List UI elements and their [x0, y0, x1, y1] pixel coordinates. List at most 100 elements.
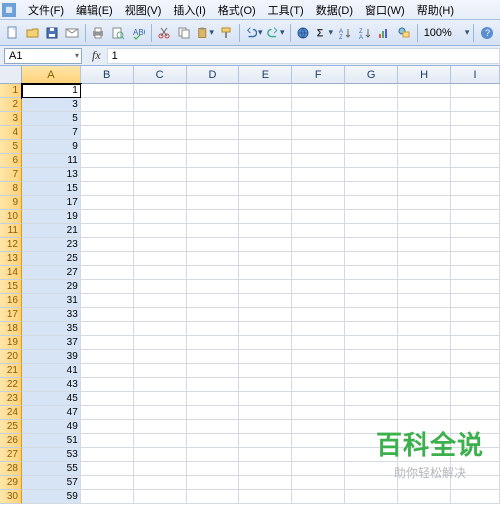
- cell[interactable]: [239, 168, 292, 182]
- cell[interactable]: [134, 490, 187, 504]
- row-header[interactable]: 27: [0, 448, 22, 462]
- cell[interactable]: [292, 434, 345, 448]
- cell[interactable]: [134, 168, 187, 182]
- cell[interactable]: [345, 350, 398, 364]
- cell[interactable]: [81, 476, 134, 490]
- menu-item[interactable]: 视图(V): [119, 0, 168, 20]
- cell[interactable]: [292, 476, 345, 490]
- cell[interactable]: [81, 238, 134, 252]
- cell[interactable]: [292, 420, 345, 434]
- cell[interactable]: [292, 322, 345, 336]
- menu-item[interactable]: 插入(I): [167, 0, 211, 20]
- format-painter-button[interactable]: [217, 23, 235, 43]
- cell[interactable]: [81, 336, 134, 350]
- cell[interactable]: [134, 392, 187, 406]
- cell[interactable]: [398, 308, 451, 322]
- cell[interactable]: [292, 266, 345, 280]
- cell[interactable]: 17: [22, 196, 81, 210]
- cell[interactable]: [187, 210, 240, 224]
- cell[interactable]: [345, 98, 398, 112]
- cell[interactable]: [451, 84, 500, 98]
- column-header[interactable]: H: [398, 66, 451, 84]
- cell[interactable]: [451, 322, 500, 336]
- cell[interactable]: [345, 476, 398, 490]
- cell[interactable]: [451, 462, 500, 476]
- row-header[interactable]: 24: [0, 406, 22, 420]
- cell[interactable]: [398, 168, 451, 182]
- cell[interactable]: [239, 112, 292, 126]
- cell[interactable]: [451, 112, 500, 126]
- cell[interactable]: [239, 238, 292, 252]
- cell[interactable]: [81, 490, 134, 504]
- cell[interactable]: [239, 420, 292, 434]
- cell[interactable]: 39: [22, 350, 81, 364]
- cell[interactable]: [292, 224, 345, 238]
- cell[interactable]: [134, 322, 187, 336]
- cell[interactable]: [398, 448, 451, 462]
- cell[interactable]: [292, 140, 345, 154]
- cell[interactable]: [292, 378, 345, 392]
- cell[interactable]: [81, 252, 134, 266]
- row-header[interactable]: 3: [0, 112, 22, 126]
- cell[interactable]: [398, 364, 451, 378]
- cell[interactable]: [81, 350, 134, 364]
- cell[interactable]: [81, 126, 134, 140]
- cell[interactable]: 3: [22, 98, 81, 112]
- cell[interactable]: [239, 448, 292, 462]
- cell[interactable]: [81, 434, 134, 448]
- cell[interactable]: [398, 266, 451, 280]
- row-header[interactable]: 19: [0, 336, 22, 350]
- cell[interactable]: [187, 266, 240, 280]
- cell[interactable]: [345, 210, 398, 224]
- cell[interactable]: [81, 196, 134, 210]
- cell[interactable]: 45: [22, 392, 81, 406]
- cell[interactable]: 59: [22, 490, 81, 504]
- column-header[interactable]: A: [22, 66, 81, 84]
- cell[interactable]: [187, 308, 240, 322]
- cell[interactable]: [187, 336, 240, 350]
- cell[interactable]: [451, 378, 500, 392]
- cell[interactable]: [81, 294, 134, 308]
- undo-button[interactable]: ▾: [244, 23, 264, 43]
- cell[interactable]: [134, 308, 187, 322]
- cell[interactable]: [345, 308, 398, 322]
- cell[interactable]: [134, 126, 187, 140]
- column-header[interactable]: F: [292, 66, 345, 84]
- cell[interactable]: [81, 98, 134, 112]
- cell[interactable]: [292, 406, 345, 420]
- cell[interactable]: [187, 364, 240, 378]
- row-header[interactable]: 28: [0, 462, 22, 476]
- cut-button[interactable]: [156, 23, 174, 43]
- cell[interactable]: [292, 238, 345, 252]
- open-button[interactable]: [24, 23, 42, 43]
- cell[interactable]: [451, 196, 500, 210]
- cell[interactable]: [134, 84, 187, 98]
- cell[interactable]: [398, 252, 451, 266]
- cell[interactable]: 53: [22, 448, 81, 462]
- cell[interactable]: [187, 280, 240, 294]
- column-header[interactable]: C: [134, 66, 187, 84]
- cell[interactable]: 27: [22, 266, 81, 280]
- cell[interactable]: [187, 182, 240, 196]
- cell[interactable]: 49: [22, 420, 81, 434]
- cell[interactable]: [292, 112, 345, 126]
- cell[interactable]: [345, 126, 398, 140]
- cell[interactable]: [134, 406, 187, 420]
- cell[interactable]: [81, 280, 134, 294]
- row-header[interactable]: 29: [0, 476, 22, 490]
- cell[interactable]: [239, 98, 292, 112]
- column-header[interactable]: D: [187, 66, 240, 84]
- cell[interactable]: [345, 364, 398, 378]
- cell[interactable]: [187, 252, 240, 266]
- cell[interactable]: [292, 392, 345, 406]
- cell[interactable]: 25: [22, 252, 81, 266]
- cell[interactable]: [451, 252, 500, 266]
- cell[interactable]: [398, 238, 451, 252]
- cell[interactable]: [187, 224, 240, 238]
- cell[interactable]: [187, 84, 240, 98]
- cell[interactable]: [187, 448, 240, 462]
- cell[interactable]: [134, 378, 187, 392]
- cell[interactable]: [451, 448, 500, 462]
- paste-button[interactable]: ▾: [195, 23, 215, 43]
- cell[interactable]: [187, 322, 240, 336]
